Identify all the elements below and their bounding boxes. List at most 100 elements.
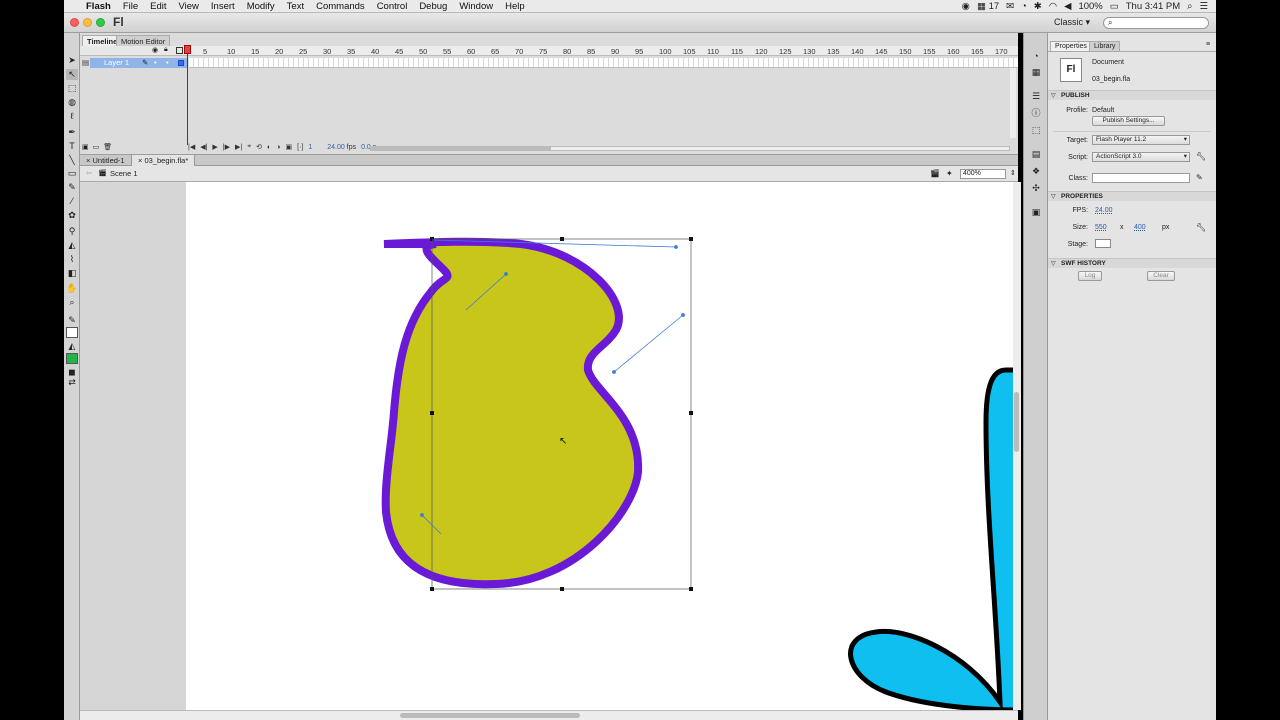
menu-file[interactable]: File — [117, 1, 144, 12]
stage-vscroll-thumb[interactable] — [1014, 392, 1019, 452]
components-panel-icon[interactable]: ❖ — [1030, 166, 1042, 177]
layer-outline-color[interactable] — [178, 60, 184, 66]
menu-window[interactable]: Window — [453, 1, 499, 12]
eraser-tool-icon[interactable]: ◧ — [66, 268, 78, 279]
minimize-window-button[interactable] — [83, 18, 92, 27]
info-panel-icon[interactable]: ⓘ — [1030, 108, 1042, 119]
panel-menu-icon[interactable]: ≡ — [1206, 41, 1210, 48]
blob-shape[interactable] — [381, 237, 643, 589]
stroke-color-icon[interactable]: ✎ — [66, 315, 78, 326]
brush-tool-icon[interactable]: ⁄ — [66, 196, 78, 207]
fill-color-swatch[interactable] — [66, 353, 78, 364]
current-frame[interactable]: 1 — [308, 144, 312, 151]
selection-tool-icon[interactable]: ➤ — [66, 55, 78, 66]
menu-view[interactable]: View — [173, 1, 205, 12]
width-input[interactable]: 550 — [1095, 224, 1107, 231]
zoom-dropdown-icon[interactable]: ⇕ — [1010, 169, 1016, 177]
zoom-tool-icon[interactable]: ⌕ — [66, 297, 78, 308]
play-icon[interactable]: ▶ — [212, 143, 217, 151]
tab-properties[interactable]: Properties — [1050, 41, 1092, 51]
close-tab-icon[interactable]: × — [86, 156, 90, 165]
zoom-window-button[interactable] — [96, 18, 105, 27]
scene-label[interactable]: Scene 1 — [110, 169, 138, 178]
fps-input[interactable]: 24.00 — [1095, 207, 1113, 214]
deco-tool-icon[interactable]: ✿ — [66, 210, 78, 221]
menu-insert[interactable]: Insert — [205, 1, 241, 12]
align-panel-icon[interactable]: ☰ — [1030, 91, 1042, 102]
layer-visible-dot[interactable]: • — [154, 58, 157, 68]
onion-skin-icon[interactable]: ◐ — [267, 144, 271, 151]
doc-tab-03-begin[interactable]: × 03_begin.fla* — [132, 155, 196, 166]
menu-app-flash[interactable]: Flash — [80, 1, 117, 12]
fill-color-icon[interactable]: ◭ — [66, 341, 78, 352]
step-forward-icon[interactable]: |▶ — [223, 143, 230, 151]
frame-ruler[interactable]: 5 10 15 20 25 30 35 40 45 50 55 60 65 70 75 80 85 90 95 100… — [189, 46, 1018, 56]
publish-settings-button[interactable]: Publish Settings... — [1092, 116, 1165, 126]
pencil-tool-icon[interactable]: ✎ — [66, 182, 78, 193]
new-folder-icon[interactable]: ▭ — [93, 143, 100, 151]
stage-hscrollbar[interactable] — [80, 710, 1018, 720]
history-panel-icon[interactable]: ▣ — [1030, 207, 1042, 218]
stroke-color-swatch[interactable] — [66, 327, 78, 338]
free-transform-tool-icon[interactable]: ⬚ — [66, 83, 78, 94]
volume-icon[interactable]: ◀ — [1064, 1, 1071, 12]
subselection-tool-icon[interactable]: ↖ — [66, 69, 78, 80]
lock-all-icon[interactable]: 🔒︎ — [164, 46, 168, 54]
bluetooth-icon[interactable]: ✱ — [1034, 1, 1042, 12]
spotlight-icon[interactable]: ⌕ — [1187, 1, 1192, 12]
menu-edit[interactable]: Edit — [144, 1, 172, 12]
clear-button[interactable]: Clear — [1147, 271, 1175, 281]
close-window-button[interactable] — [70, 18, 79, 27]
timeline-vscrollbar[interactable] — [1010, 68, 1016, 138]
menu-control[interactable]: Control — [371, 1, 414, 12]
onion-outline-icon[interactable]: ◑ — [276, 144, 280, 151]
menu-help[interactable]: Help — [499, 1, 531, 12]
battery-label[interactable]: 100% — [1078, 1, 1102, 12]
bone-tool-icon[interactable]: ⚲ — [66, 226, 78, 237]
mail-icon[interactable]: ✉ — [1006, 1, 1014, 12]
script-select[interactable]: ActionScript 3.0 — [1092, 152, 1190, 162]
fps-value[interactable]: 24.00 — [327, 144, 345, 151]
help-search-input[interactable]: ⌕ — [1103, 17, 1209, 29]
section-publish[interactable]: PUBLISH — [1048, 90, 1216, 101]
modify-markers-icon[interactable]: [·] — [297, 144, 303, 151]
step-back-icon[interactable]: ◀| — [200, 143, 207, 151]
calendar-icon[interactable]: ▦ 17 — [977, 1, 999, 12]
close-tab-icon[interactable]: × — [138, 156, 142, 165]
doc-name[interactable]: 03_begin.fla — [1092, 76, 1130, 83]
timeline-hscrollbar[interactable] — [370, 146, 1010, 151]
line-tool-icon[interactable]: ╲ — [66, 155, 78, 166]
edit-scene-icon[interactable]: 🎬︎ — [930, 169, 940, 178]
stage-color-swatch[interactable] — [1095, 239, 1111, 248]
show-hide-all-icon[interactable]: ◉ — [152, 46, 158, 54]
text-tool-icon[interactable]: T — [66, 141, 78, 152]
tab-library[interactable]: Library — [1089, 41, 1121, 51]
loop-icon[interactable]: ⟲ — [256, 143, 262, 151]
tab-motion-editor[interactable]: Motion Editor — [116, 35, 171, 46]
color-panel-icon[interactable]: ◔ — [1030, 51, 1042, 62]
target-select[interactable]: Flash Player 11.2 — [1092, 135, 1190, 145]
script-settings-icon[interactable]: 🔧︎ — [1196, 152, 1206, 161]
go-first-frame-icon[interactable]: |◀ — [188, 143, 195, 151]
layer-name[interactable]: Layer 1 — [104, 58, 129, 68]
paint-bucket-tool-icon[interactable]: ◭ — [66, 240, 78, 251]
code-snippets-icon[interactable]: ▤ — [1030, 149, 1042, 160]
outline-all-icon[interactable] — [176, 47, 183, 54]
stage-hscroll-thumb[interactable] — [400, 713, 580, 718]
playhead-handle[interactable] — [184, 45, 191, 54]
pen-tool-icon[interactable]: ✒ — [66, 127, 78, 138]
motion-presets-icon[interactable]: ✣ — [1030, 183, 1042, 194]
delete-layer-icon[interactable]: 🗑︎ — [103, 143, 112, 151]
new-layer-icon[interactable]: ▣ — [82, 143, 89, 151]
swap-colors-icon[interactable]: ⇄ — [66, 377, 78, 388]
log-button[interactable]: Log — [1078, 271, 1102, 281]
edit-class-icon[interactable]: ✎ — [1196, 173, 1203, 182]
blue-shape[interactable] — [848, 367, 1019, 713]
hand-tool-icon[interactable]: ✋ — [66, 283, 78, 294]
rectangle-tool-icon[interactable]: ▭ — [66, 168, 78, 179]
class-input[interactable] — [1092, 173, 1190, 183]
layer-lock-dot[interactable]: • — [166, 58, 169, 68]
menu-modify[interactable]: Modify — [241, 1, 281, 12]
clock-text[interactable]: Thu 3:41 PM — [1126, 1, 1180, 12]
swatches-panel-icon[interactable]: ▦ — [1030, 67, 1042, 78]
